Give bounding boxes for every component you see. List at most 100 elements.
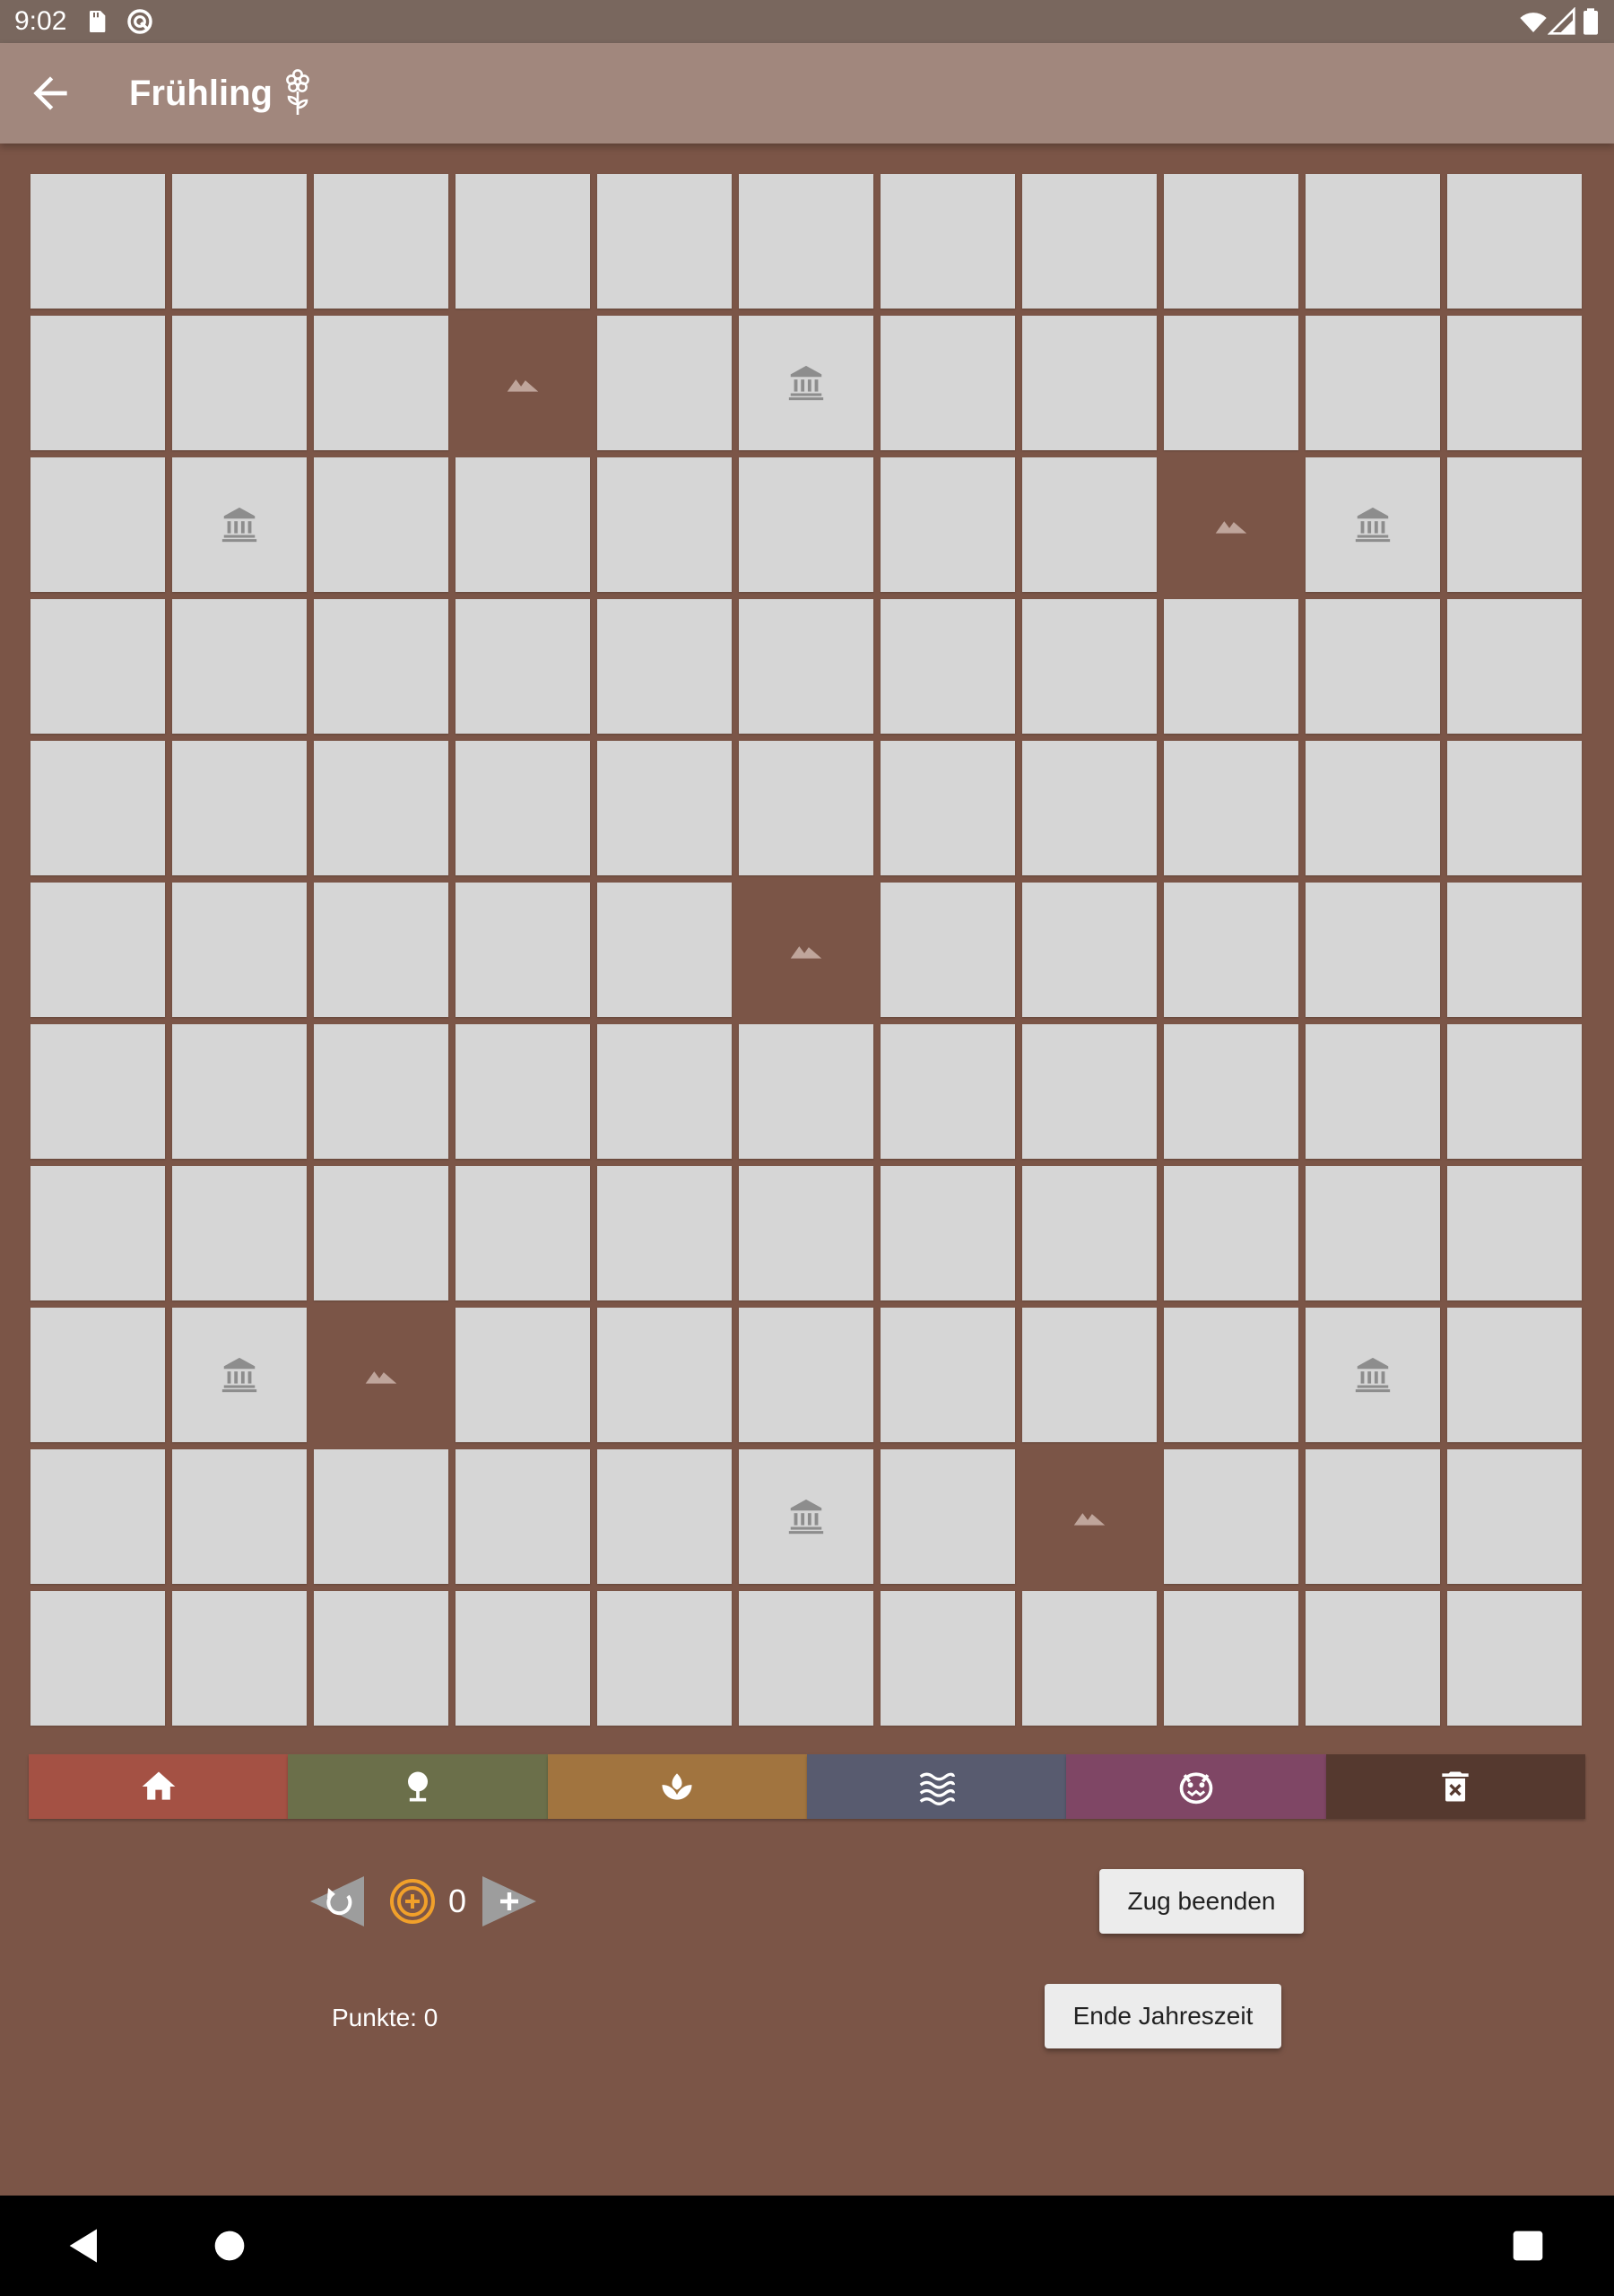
board-cell[interactable]	[1447, 174, 1582, 309]
board-cell[interactable]	[597, 883, 732, 1017]
board-cell[interactable]	[881, 457, 1015, 592]
board-cell[interactable]	[172, 741, 307, 875]
farm-terrain-button[interactable]	[547, 1754, 807, 1819]
board-cell[interactable]	[314, 1024, 448, 1159]
delete-terrain-button[interactable]	[1325, 1754, 1585, 1819]
nav-home-icon[interactable]	[204, 2221, 255, 2271]
mountain-cell[interactable]	[739, 883, 873, 1017]
board-cell[interactable]	[1022, 316, 1157, 450]
board-cell[interactable]	[172, 599, 307, 734]
board-cell[interactable]	[739, 174, 873, 309]
mountain-cell[interactable]	[1022, 1449, 1157, 1584]
board-cell[interactable]	[30, 883, 165, 1017]
board-cell[interactable]	[172, 1024, 307, 1159]
board-cell[interactable]	[881, 1449, 1015, 1584]
arrow-back-icon[interactable]	[25, 68, 75, 118]
board-cell[interactable]	[456, 1166, 590, 1300]
board-cell[interactable]	[172, 174, 307, 309]
board-cell[interactable]	[456, 1308, 590, 1442]
board-cell[interactable]	[1164, 1449, 1298, 1584]
end-season-button[interactable]: Ende Jahreszeit	[1045, 1984, 1281, 2048]
board-cell[interactable]	[1306, 741, 1440, 875]
board-cell[interactable]	[1306, 883, 1440, 1017]
board-cell[interactable]	[597, 174, 732, 309]
board-cell[interactable]	[1164, 599, 1298, 734]
board-cell[interactable]	[739, 1024, 873, 1159]
board-cell[interactable]	[314, 883, 448, 1017]
board-cell[interactable]	[1164, 741, 1298, 875]
board-cell[interactable]	[1022, 1591, 1157, 1726]
board-cell[interactable]	[456, 1449, 590, 1584]
board-cell[interactable]	[597, 457, 732, 592]
board-cell[interactable]	[1022, 883, 1157, 1017]
board-cell[interactable]	[881, 1591, 1015, 1726]
board-cell[interactable]	[456, 457, 590, 592]
board-cell[interactable]	[456, 1591, 590, 1726]
board-cell[interactable]	[1447, 1024, 1582, 1159]
board-cell[interactable]	[456, 741, 590, 875]
board-cell[interactable]	[1447, 1166, 1582, 1300]
board-cell[interactable]	[1164, 1591, 1298, 1726]
board-cell[interactable]	[314, 1591, 448, 1726]
board-cell[interactable]	[1022, 741, 1157, 875]
board-cell[interactable]	[1306, 316, 1440, 450]
village-terrain-button[interactable]	[29, 1754, 289, 1819]
board-cell[interactable]	[597, 741, 732, 875]
board-cell[interactable]	[1447, 1591, 1582, 1726]
board-cell[interactable]	[597, 1449, 732, 1584]
ruins-cell[interactable]	[172, 1308, 307, 1442]
board-cell[interactable]	[314, 1449, 448, 1584]
board-cell[interactable]	[597, 316, 732, 450]
board-cell[interactable]	[739, 1308, 873, 1442]
board-cell[interactable]	[30, 174, 165, 309]
board-cell[interactable]	[1164, 1166, 1298, 1300]
board-cell[interactable]	[456, 174, 590, 309]
board-cell[interactable]	[1447, 316, 1582, 450]
mountain-cell[interactable]	[314, 1308, 448, 1442]
board-cell[interactable]	[739, 741, 873, 875]
board-cell[interactable]	[1306, 1449, 1440, 1584]
board-cell[interactable]	[314, 1166, 448, 1300]
ruins-cell[interactable]	[172, 457, 307, 592]
ruins-cell[interactable]	[1306, 457, 1440, 592]
board-cell[interactable]	[1022, 1166, 1157, 1300]
board-cell[interactable]	[1306, 174, 1440, 309]
board-cell[interactable]	[881, 1024, 1015, 1159]
board-cell[interactable]	[172, 1166, 307, 1300]
board-cell[interactable]	[1164, 316, 1298, 450]
board-cell[interactable]	[1022, 1308, 1157, 1442]
board-cell[interactable]	[1447, 457, 1582, 592]
board-cell[interactable]	[597, 1024, 732, 1159]
board-cell[interactable]	[1164, 883, 1298, 1017]
board-cell[interactable]	[597, 1166, 732, 1300]
monster-terrain-button[interactable]	[1066, 1754, 1326, 1819]
board-cell[interactable]	[30, 316, 165, 450]
board-cell[interactable]	[172, 1591, 307, 1726]
board-cell[interactable]	[30, 599, 165, 734]
board-cell[interactable]	[456, 599, 590, 734]
add-arrow-button[interactable]	[481, 1874, 538, 1928]
board-cell[interactable]	[1306, 1591, 1440, 1726]
board-cell[interactable]	[30, 1166, 165, 1300]
board-cell[interactable]	[30, 1449, 165, 1584]
board-cell[interactable]	[30, 1591, 165, 1726]
board-cell[interactable]	[1447, 883, 1582, 1017]
board-cell[interactable]	[30, 457, 165, 592]
board-cell[interactable]	[1447, 1308, 1582, 1442]
board-cell[interactable]	[30, 1308, 165, 1442]
board-cell[interactable]	[1447, 1449, 1582, 1584]
board-cell[interactable]	[1306, 1024, 1440, 1159]
mountain-cell[interactable]	[456, 316, 590, 450]
ruins-cell[interactable]	[739, 1449, 873, 1584]
board-cell[interactable]	[1447, 599, 1582, 734]
board-cell[interactable]	[881, 316, 1015, 450]
board-cell[interactable]	[881, 883, 1015, 1017]
ruins-cell[interactable]	[1306, 1308, 1440, 1442]
water-terrain-button[interactable]	[806, 1754, 1067, 1819]
board-cell[interactable]	[739, 1166, 873, 1300]
board-cell[interactable]	[314, 457, 448, 592]
board-cell[interactable]	[314, 599, 448, 734]
board-cell[interactable]	[314, 741, 448, 875]
board-cell[interactable]	[30, 1024, 165, 1159]
end-turn-button[interactable]: Zug beenden	[1099, 1869, 1304, 1934]
